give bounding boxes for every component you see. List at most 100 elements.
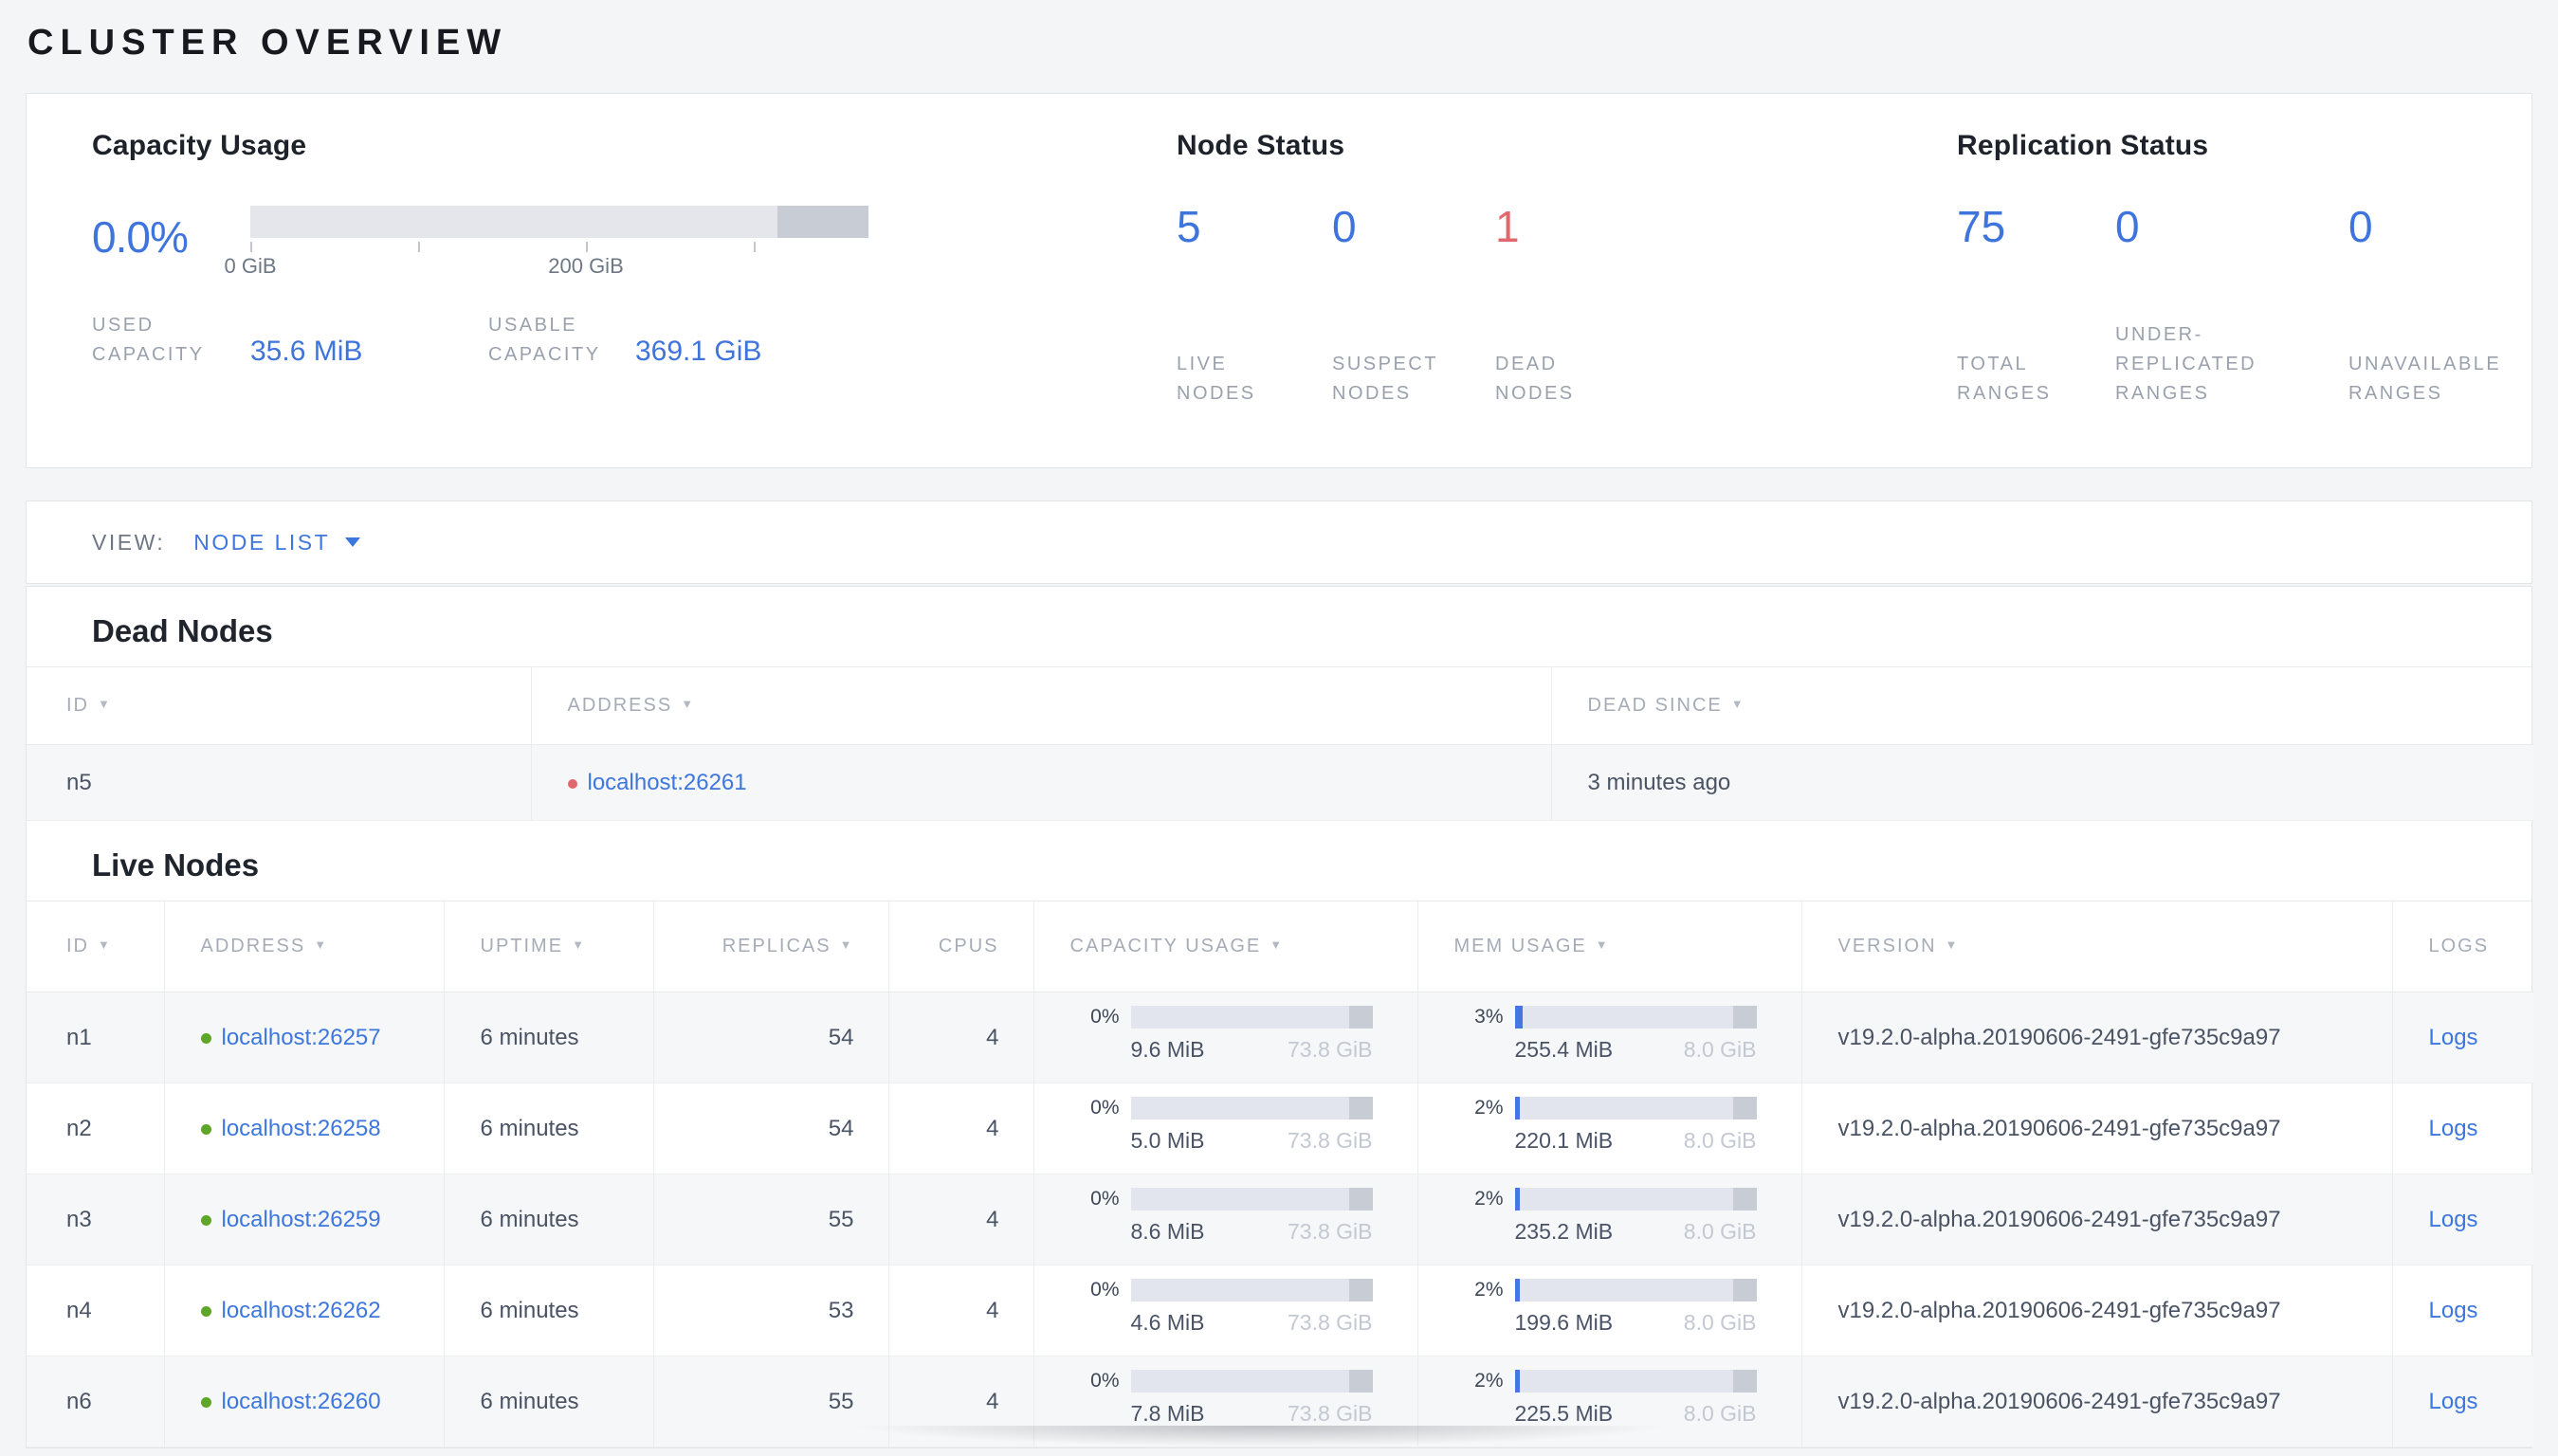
col-header-label: CPUS [938,936,999,956]
live-status-icon [200,1305,211,1317]
mem-usage-total-value: 8.0 GiB [1683,1037,1757,1062]
node-logs-link[interactable]: Logs [2429,1116,2478,1141]
col-header-replicas[interactable]: REPLICAS ▼ [653,901,889,992]
live-node-row: n2 localhost:26258 6 minutes 54 4 0% 5.0 MiB 73… [27,1083,2533,1174]
node-logs-cell: Logs [2392,1083,2533,1174]
axis-label-0gib: 0 GiB [224,254,277,278]
node-address-cell: localhost:26262 [164,1265,445,1356]
col-header-label: ID [66,936,89,956]
capacity-usage-total-value: 73.8 GiB [1288,1219,1373,1244]
col-header-dead-since[interactable]: DEAD SINCE ▼ [1551,667,2533,745]
mem-usage-bar-fill [1514,1097,1520,1119]
col-header-id[interactable]: ID ▼ [27,901,165,992]
view-selector[interactable]: NODE LIST [193,529,361,555]
node-logs-link[interactable]: Logs [2429,1207,2478,1232]
node-address-cell: localhost:26258 [164,1083,445,1174]
node-replicas-cell: 53 [653,1265,889,1356]
sort-desc-icon: ▼ [1730,697,1745,711]
capacity-usage-bar [250,206,868,238]
col-header-mem-usage[interactable]: MEM USAGE ▼ [1417,901,1802,992]
sort-desc-icon: ▼ [98,697,112,711]
node-logs-link[interactable]: Logs [2429,1025,2478,1050]
node-address-link[interactable]: localhost:26262 [222,1298,381,1323]
capacity-usage-title: Capacity Usage [92,130,307,161]
node-uptime-cell: 6 minutes [444,1174,654,1265]
capacity-usage-bar [1130,1370,1373,1392]
suspect-nodes-label: SUSPECT NODES [1332,354,1438,404]
capacity-axis-ticks [250,240,868,254]
total-ranges-metric: 75 TOTAL RANGES [1957,204,2115,409]
live-status-icon [200,1214,211,1226]
node-logs-link[interactable]: Logs [2429,1389,2478,1414]
mem-usage-cell: 2% 199.6 MiB 8.0 GiB [1417,1265,1802,1356]
col-header-label: CAPACITY USAGE [1069,936,1262,956]
capacity-usage-bar [1130,1006,1373,1028]
live-node-row: n6 localhost:26260 6 minutes 55 4 0% 7.8 MiB 73… [27,1356,2533,1447]
view-selected-value: NODE LIST [193,529,331,555]
capacity-usage-total-value: 73.8 GiB [1288,1128,1373,1153]
axis-label-200gib: 200 GiB [548,254,624,278]
live-status-icon [200,1123,211,1135]
capacity-bar-reserved-segment [777,206,868,238]
col-header-label: REPLICAS [722,936,831,956]
capacity-usage-bar [1130,1097,1373,1119]
mem-usage-bar-fill [1514,1279,1520,1301]
col-header-label: UPTIME [480,936,564,956]
capacity-usage-cell: 0% 5.0 MiB 73.8 GiB [1033,1083,1418,1174]
sort-desc-icon: ▼ [98,937,112,952]
col-header-version[interactable]: VERSION ▼ [1801,901,2393,992]
col-header-label: LOGS [2428,936,2490,956]
col-header-label: VERSION [1837,936,1937,956]
node-address-link[interactable]: localhost:26260 [222,1389,381,1414]
node-logs-link[interactable]: Logs [2429,1298,2478,1323]
node-address-cell: localhost:26259 [164,1174,445,1265]
dead-nodes-label: DEAD NODES [1495,354,1575,404]
live-status-icon [200,1396,211,1408]
col-header-address[interactable]: ADDRESS ▼ [164,901,445,992]
mem-usage-used-value: 220.1 MiB [1514,1128,1614,1153]
col-header-capacity-usage[interactable]: CAPACITY USAGE ▼ [1033,901,1418,992]
sort-desc-icon: ▼ [1945,937,1960,952]
node-address-link[interactable]: localhost:26259 [222,1207,381,1232]
capacity-usage-percent: 0% [1090,1370,1120,1392]
usable-capacity-label: USABLE CAPACITY [488,315,601,365]
node-address-link[interactable]: localhost:26258 [222,1116,381,1141]
node-version-cell: v19.2.0-alpha.20190606-2491-gfe735c9a97 [1801,1174,2393,1265]
replication-status-section: Replication Status 75 TOTAL RANGES 0 UND… [1931,130,2538,409]
capacity-usage-section: Capacity Usage 0.0% 0 GiB 200 GiB USED C… [66,130,1090,370]
node-logs-cell: Logs [2392,1265,2533,1356]
suspect-nodes-metric: 0 SUSPECT NODES [1332,204,1495,409]
capacity-usage-total-value: 73.8 GiB [1288,1401,1373,1426]
cluster-summary-card: Capacity Usage 0.0% 0 GiB 200 GiB USED C… [26,93,2532,468]
col-header-address[interactable]: ADDRESS ▼ [531,666,1552,745]
live-node-row: n3 localhost:26259 6 minutes 55 4 0% 8.6 MiB 73… [27,1174,2533,1265]
mem-usage-used-value: 255.4 MiB [1514,1037,1614,1062]
node-address-link[interactable]: localhost:26261 [588,770,747,795]
mem-usage-total-value: 8.0 GiB [1683,1310,1757,1335]
axis-tick [586,242,588,252]
node-uptime-cell: 6 minutes [444,1265,654,1356]
mem-usage-cell: 3% 255.4 MiB 8.0 GiB [1417,992,1802,1083]
dead-since-cell: 3 minutes ago [1587,769,1731,795]
used-capacity-value: 35.6 MiB [250,336,363,367]
node-address-link[interactable]: localhost:26257 [222,1025,381,1050]
mem-usage-bar [1514,1370,1757,1392]
mem-usage-percent: 2% [1474,1188,1504,1210]
col-header-uptime[interactable]: UPTIME ▼ [444,901,654,992]
used-capacity-stat: USED CAPACITY 35.6 MiB [92,311,407,370]
capacity-usage-used-value: 7.8 MiB [1130,1401,1205,1426]
node-uptime-cell: 6 minutes [444,1083,654,1174]
node-logs-cell: Logs [2392,1174,2533,1265]
col-header-label: DEAD SINCE [1587,695,1723,716]
mem-usage-total-value: 8.0 GiB [1683,1128,1757,1153]
capacity-usage-percent: 0% [1090,1188,1120,1210]
mem-usage-bar-reserved-segment [1732,1097,1757,1119]
capacity-usage-bar-reserved-segment [1348,1279,1373,1301]
mem-usage-percent: 2% [1474,1279,1504,1301]
dead-status-icon [567,778,577,789]
mem-usage-percent: 3% [1474,1006,1504,1028]
dead-nodes-heading: Dead Nodes [92,613,273,648]
page-title: CLUSTER OVERVIEW [27,23,508,63]
col-header-label: ID [66,695,89,716]
col-header-id[interactable]: ID ▼ [27,666,532,745]
